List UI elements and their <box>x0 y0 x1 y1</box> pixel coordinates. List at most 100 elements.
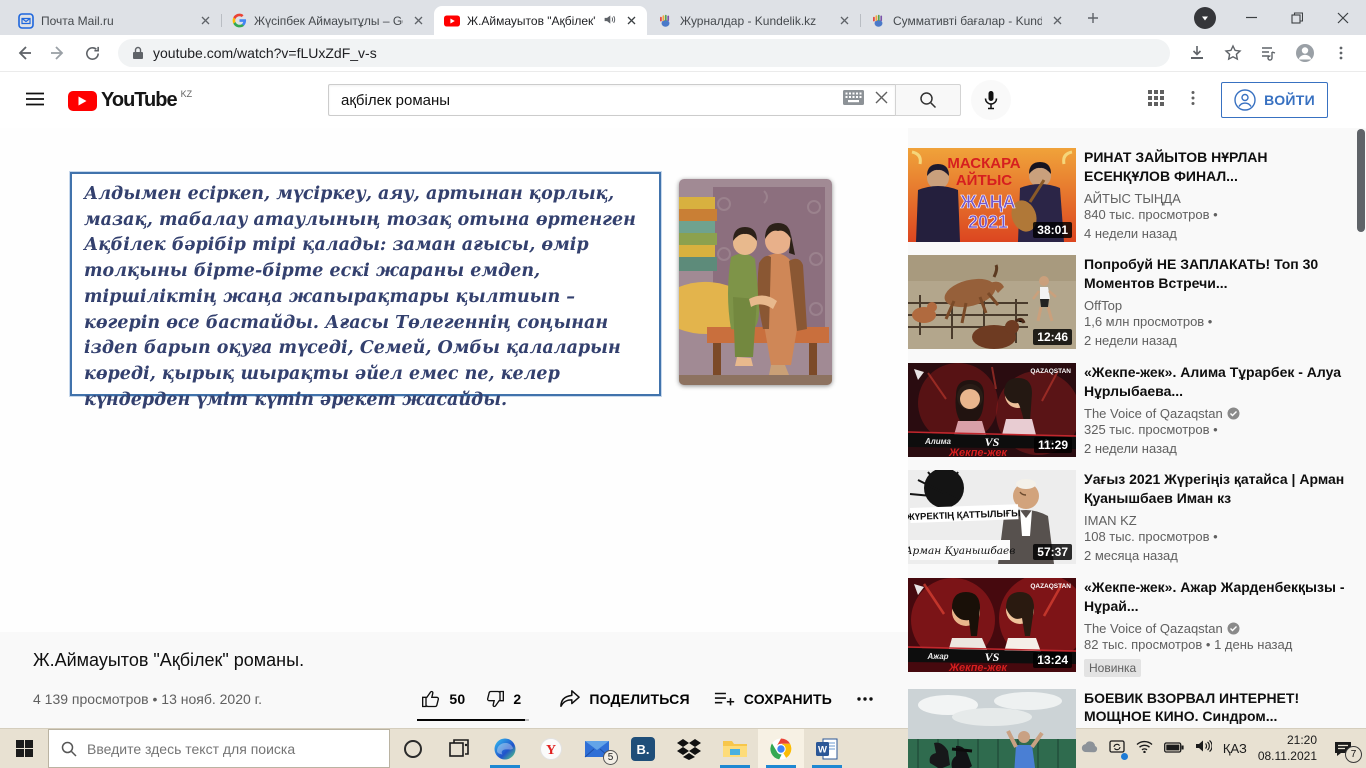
taskbar-yandex-icon[interactable]: Y <box>528 729 574 768</box>
browser-menu-icon[interactable] <box>1326 38 1356 68</box>
more-actions-button[interactable] <box>846 687 884 711</box>
tab-title: Жүсіпбек Аймауытұлы – Goo <box>254 13 403 28</box>
tab-youtube-active[interactable]: Ж.Аймауытов "Ақбілек" <box>434 6 647 35</box>
minimize-button[interactable] <box>1228 0 1274 35</box>
scrollbar-handle[interactable] <box>1357 129 1365 232</box>
taskbar-bitrix-icon[interactable]: B. <box>620 729 666 768</box>
tab-title: Почта Mail.ru <box>41 13 114 28</box>
video-title[interactable]: «Жекпе-жек». Ажар Жарденбекқызы - Нұрай.… <box>1084 578 1346 616</box>
taskbar-chrome-icon[interactable] <box>758 729 804 768</box>
notification-count: 7 <box>1345 745 1362 763</box>
refresh-button[interactable] <box>78 39 106 67</box>
svg-text:2021: 2021 <box>968 212 1008 232</box>
recommended-video-6[interactable]: БОЕВИК ВЗОРВАЛ ИНТЕРНЕТ! МОЩНОЕ КИНО. Си… <box>908 688 1356 768</box>
start-button[interactable] <box>0 729 48 768</box>
recommended-video-5[interactable]: QAZAQSTAN Ажар Ну VS Жекпе-жек <box>908 577 1356 677</box>
share-button[interactable]: ПОДЕЛИТЬСЯ <box>549 687 699 711</box>
close-window-button[interactable] <box>1320 0 1366 35</box>
tab-close-icon[interactable] <box>836 13 852 29</box>
youtube-settings-menu-icon[interactable] <box>1185 90 1201 111</box>
save-playlist-icon <box>714 692 734 706</box>
video-thumbnail[interactable]: ЖҮРЕКТІҢ ҚАТТЫЛЫҒЫ Арман Қуанышбаев 57:3… <box>908 470 1076 565</box>
video-title[interactable]: Попробуй НЕ ЗАПЛАКАТЬ! Топ 30 Моментов В… <box>1084 255 1346 293</box>
new-tab-button[interactable] <box>1079 4 1107 32</box>
recommended-video-2[interactable]: 12:46 Попробуй НЕ ЗАПЛАКАТЬ! Топ 30 Моме… <box>908 255 1356 350</box>
download-icon[interactable] <box>1182 38 1212 68</box>
tab-close-icon[interactable] <box>1049 13 1065 29</box>
clear-search-icon[interactable] <box>874 90 889 110</box>
sync-status-icon[interactable] <box>1109 739 1128 760</box>
video-title[interactable]: РИНАТ ЗАЙЫТОВ НҰРЛАН ЕСЕНҚҰЛОВ ФИНАЛ... <box>1084 148 1346 186</box>
like-button[interactable]: 50 <box>411 687 475 711</box>
video-title[interactable]: «Жекпе-жек». Алима Тұрарбек - Алуа Нұрлы… <box>1084 363 1346 401</box>
browser-profile-avatar[interactable] <box>1290 38 1320 68</box>
recommended-video-3[interactable]: QAZAQSTAN Алима Ал VS Жекпе-жек <box>908 362 1356 458</box>
recommended-video-4[interactable]: ЖҮРЕКТІҢ ҚАТТЫЛЫҒЫ Арман Қуанышбаев 57:3… <box>908 470 1356 565</box>
tab-kundelik-grades[interactable]: Суммативті бағалар - Kunde <box>860 6 1073 35</box>
video-thumbnail[interactable]: QAZAQSTAN Ажар Ну VS Жекпе-жек <box>908 577 1076 672</box>
channel-name[interactable]: The Voice of Qazaqstan <box>1084 406 1223 421</box>
video-thumbnail[interactable]: QAZAQSTAN Алима Ал VS Жекпе-жек <box>908 362 1076 457</box>
tab-close-icon[interactable] <box>197 13 213 29</box>
desktop-screen: Почта Mail.ru Жүсіпбек Аймауытұлы – Goo … <box>0 0 1366 768</box>
lock-icon <box>133 46 143 59</box>
youtube-search-box[interactable] <box>328 84 895 116</box>
forward-button[interactable] <box>44 39 72 67</box>
search-button[interactable] <box>895 84 961 116</box>
tab-close-icon[interactable] <box>623 13 639 29</box>
signin-person-icon <box>1234 89 1256 111</box>
back-button[interactable] <box>10 39 38 67</box>
bookmark-star-icon[interactable] <box>1218 38 1248 68</box>
signin-button[interactable]: ВОЙТИ <box>1221 82 1328 118</box>
video-thumbnail[interactable]: 12:46 <box>908 255 1076 350</box>
youtube-logo[interactable]: YouTube KZ <box>68 89 192 112</box>
tab-google-search[interactable]: Жүсіпбек Аймауытұлы – Goo <box>221 6 434 35</box>
guide-menu-icon[interactable] <box>24 88 48 112</box>
taskbar-dropbox-icon[interactable] <box>666 729 712 768</box>
address-bar[interactable]: youtube.com/watch?v=fLUxZdF_v-s <box>118 39 1170 67</box>
tab-audio-icon[interactable] <box>603 13 616 29</box>
video-thumbnail[interactable] <box>908 688 1076 768</box>
keyboard-icon[interactable] <box>843 90 864 110</box>
media-controls-icon[interactable] <box>1254 38 1284 68</box>
channel-name[interactable]: The Voice of Qazaqstan <box>1084 621 1223 636</box>
more-icon <box>857 697 873 701</box>
svg-text:ЖАҢА: ЖАҢА <box>959 192 1015 212</box>
action-center-button[interactable]: 7 <box>1328 741 1362 763</box>
video-views: 108 тыс. просмотров • <box>1084 529 1218 545</box>
svg-text:Арман Қуанышбаев: Арман Қуанышбаев <box>908 545 1015 557</box>
dislike-button[interactable]: 2 <box>475 687 531 711</box>
video-player[interactable]: Алдымен есіркеп, мүсіркеу, аяу, артынан … <box>0 128 908 632</box>
tab-kundelik-journals[interactable]: Журналдар - Kundelik.kz <box>647 6 860 35</box>
page-scrollbar[interactable] <box>1356 128 1366 728</box>
save-button[interactable]: СОХРАНИТЬ <box>704 687 842 711</box>
channel-name[interactable]: АЙТЫС ТЫҢДА <box>1084 191 1181 206</box>
voice-search-icon[interactable] <box>971 80 1011 120</box>
video-info-section: Ж.Аймауытов "Ақбілек" романы. 4 139 прос… <box>0 632 908 721</box>
taskbar-edge-icon[interactable] <box>482 729 528 768</box>
taskbar-search[interactable] <box>48 729 390 768</box>
video-title[interactable]: БОЕВИК ВЗОРВАЛ ИНТЕРНЕТ! МОЩНОЕ КИНО. Си… <box>1084 689 1346 727</box>
taskbar-search-input[interactable] <box>87 740 347 757</box>
youtube-apps-icon[interactable] <box>1147 89 1165 112</box>
taskbar-explorer-icon[interactable] <box>712 729 758 768</box>
cortana-button[interactable] <box>390 729 436 768</box>
tab-close-icon[interactable] <box>410 13 426 29</box>
youtube-search-input[interactable] <box>341 91 843 109</box>
youtube-header: YouTube KZ ақбілек романы ВОЙТИ <box>0 72 1366 128</box>
new-badge: Новинка <box>1084 658 1142 677</box>
video-thumbnail[interactable]: МАСКАРА АЙТЫС ЖАҢА 2021 38:01 <box>908 148 1076 242</box>
tab-mail-ru[interactable]: Почта Mail.ru <box>8 6 221 35</box>
recommended-video-1[interactable]: МАСКАРА АЙТЫС ЖАҢА 2021 38:01 РИНАТ ЗАЙЫ… <box>908 148 1356 243</box>
taskbar-mail-icon[interactable]: 5 <box>574 729 620 768</box>
url-text: youtube.com/watch?v=fLUxZdF_v-s <box>153 45 377 61</box>
browser-update-badge[interactable] <box>1182 0 1228 35</box>
task-view-button[interactable] <box>436 729 482 768</box>
video-title[interactable]: Уағыз 2021 Жүрегіңіз қатайса | Арман Қуа… <box>1084 470 1346 508</box>
svg-text:B.: B. <box>637 742 650 757</box>
channel-name[interactable]: IMAN KZ <box>1084 513 1137 528</box>
svg-text:Жекпе-жек: Жекпе-жек <box>948 447 1008 457</box>
taskbar-word-icon[interactable]: W <box>804 729 850 768</box>
restore-button[interactable] <box>1274 0 1320 35</box>
channel-name[interactable]: OffTop <box>1084 298 1122 313</box>
